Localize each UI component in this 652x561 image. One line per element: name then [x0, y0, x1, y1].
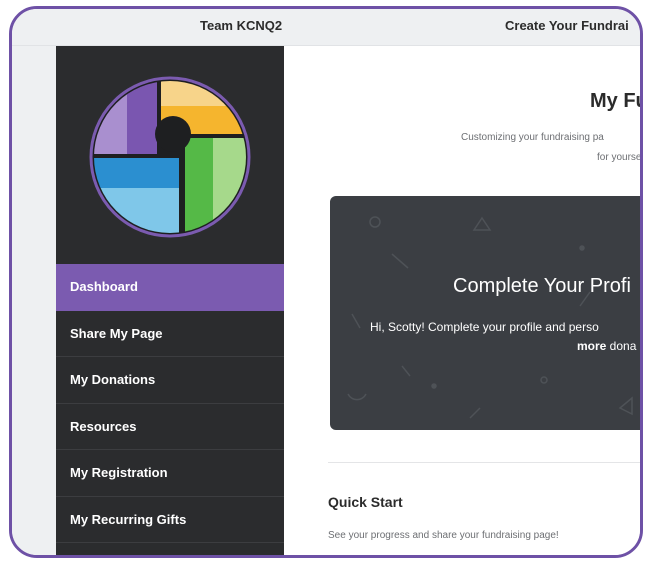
complete-profile-card[interactable]: Complete Your Profi Hi, Scotty! Complete…	[330, 196, 640, 430]
sidebar-item-label: My Recurring Gifts	[70, 511, 187, 527]
card-title: Complete Your Profi	[453, 275, 631, 297]
page-subtitle-line1: Customizing your fundraising pa	[461, 132, 604, 143]
sidebar-item-my-recurring-gifts[interactable]: My Recurring Gifts	[56, 497, 284, 543]
card-message-rest: dona	[606, 339, 637, 353]
sidebar-item-label: My Registration	[70, 465, 168, 481]
sidebar-item-my-donations[interactable]: My Donations	[56, 357, 284, 404]
page-title: My Fu	[590, 90, 643, 112]
sidebar-item-dashboard[interactable]: Dashboard	[56, 264, 284, 311]
sidebar-item-my-registration[interactable]: My Registration	[56, 450, 284, 497]
create-fundraiser-title: Create Your Fundrai	[505, 18, 629, 33]
left-gutter	[12, 46, 56, 555]
sidebar-item-label: Resources	[70, 418, 137, 434]
sidebar-item-label: Dashboard	[70, 279, 138, 295]
page-subtitle-line2: for yoursel	[597, 152, 643, 163]
card-message-line2: more dona	[577, 339, 636, 353]
section-divider	[328, 462, 640, 463]
sidebar-item-share-my-page[interactable]: Share My Page	[56, 311, 284, 357]
card-message-line1: Hi, Scotty! Complete your profile and pe…	[370, 320, 599, 334]
main-content: My Fu Customizing your fundraising pa fo…	[284, 46, 640, 555]
sidebar: Dashboard Share My Page My Donations Res…	[56, 46, 284, 555]
confetti-pattern	[347, 216, 633, 419]
sidebar-item-resources[interactable]: Resources	[56, 404, 284, 450]
top-bar: Team KCNQ2 Create Your Fundrai	[12, 9, 640, 46]
sidebar-nav: Dashboard Share My Page My Donations Res…	[56, 264, 284, 543]
card-emphasis: more	[577, 339, 607, 353]
sidebar-item-label: Share My Page	[70, 325, 163, 341]
device-frame: Team KCNQ2 Create Your Fundrai Dashboard…	[9, 6, 643, 558]
quick-start-subtitle: See your progress and share your fundrai…	[328, 530, 559, 541]
sidebar-item-label: My Donations	[70, 372, 156, 388]
team-logo	[89, 76, 251, 238]
team-name: Team KCNQ2	[200, 18, 283, 33]
quick-start-title: Quick Start	[328, 494, 403, 510]
